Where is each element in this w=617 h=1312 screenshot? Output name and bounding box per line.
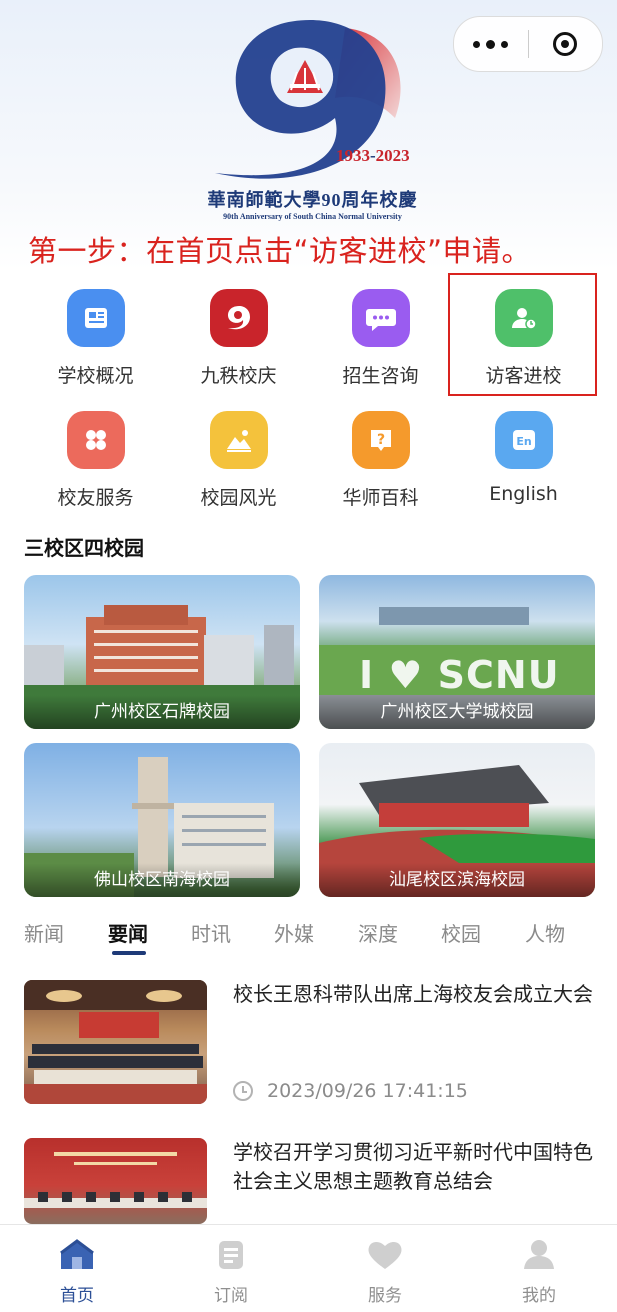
chat-bubble-icon xyxy=(351,289,410,347)
landscape-icon xyxy=(209,411,268,469)
tabbar-home[interactable]: 首页 xyxy=(17,1235,137,1306)
tabbar-label: 服务 xyxy=(368,1286,402,1306)
anniversary-logo-icon xyxy=(209,289,268,347)
campus-card-university-town[interactable]: I ♥ SCNU 广州校区大学城校园 xyxy=(319,575,595,729)
menu-label: 招生咨询 xyxy=(342,365,419,387)
news-time: 2023/09/26 17:41:15 xyxy=(233,1080,468,1102)
campus-label: 汕尾校区滨海校园 xyxy=(319,863,595,897)
mini-program-capsule[interactable] xyxy=(453,16,603,72)
menu-item-school-overview[interactable]: 学校概况 xyxy=(24,282,167,388)
news-timestamp: 2023/09/26 17:41:15 xyxy=(267,1080,468,1102)
anniversary-title: 華南師範大學90周年校慶 xyxy=(207,190,418,210)
user-profile-icon xyxy=(524,1240,554,1269)
bottom-tabbar: 首页 订阅 服务 我的 xyxy=(0,1224,617,1312)
news-photo xyxy=(24,980,207,1104)
news-tabs: 新闻 要闻 时讯 外媒 深度 校园 人物 xyxy=(0,918,617,958)
news-thumbnail xyxy=(24,1138,207,1224)
clock-icon xyxy=(233,1081,253,1101)
instruction-text: 第一步：在首页点击“访客进校”申请。 xyxy=(28,234,532,268)
active-tab-indicator xyxy=(112,951,146,955)
target-circle-icon[interactable] xyxy=(529,17,603,71)
menu-item-encyclopedia[interactable]: ? 华师百科 xyxy=(309,404,452,510)
svg-text:?: ? xyxy=(376,432,384,448)
question-icon: ? xyxy=(351,411,410,469)
anniversary-logo xyxy=(215,20,401,179)
scnu-sign: I ♥ SCNU xyxy=(359,653,560,697)
menu-item-english[interactable]: En English xyxy=(452,404,595,505)
news-title: 学校召开学习贯彻习近平新时代中国特色社会主义思想主题教育总结会 xyxy=(233,1140,593,1193)
campus-label: 广州校区大学城校园 xyxy=(319,695,595,729)
tab-campus[interactable]: 校园 xyxy=(441,918,481,947)
tabbar-services[interactable]: 服务 xyxy=(325,1235,445,1306)
campus-label: 广州校区石牌校园 xyxy=(24,695,300,729)
years-label: 1933-2023 xyxy=(336,146,410,165)
tab-people[interactable]: 人物 xyxy=(525,918,565,947)
heart-service-icon xyxy=(368,1241,402,1269)
menu-label: English xyxy=(489,483,558,505)
clover-icon xyxy=(66,411,125,469)
campus-label: 佛山校区南海校园 xyxy=(24,863,300,897)
newspaper-icon xyxy=(66,289,125,347)
menu-label: 校园风光 xyxy=(200,487,277,509)
news-title: 校长王恩科带队出席上海校友会成立大会 xyxy=(233,982,593,1006)
menu-label: 华师百科 xyxy=(342,487,419,509)
more-dots-icon[interactable] xyxy=(454,17,528,71)
tabbar-subscribe[interactable]: 订阅 xyxy=(171,1235,291,1306)
svg-text:En: En xyxy=(516,435,531,448)
visitor-highlight-box xyxy=(448,273,597,396)
tabbar-label: 订阅 xyxy=(214,1286,248,1306)
campus-card-nanhai[interactable]: 佛山校区南海校园 xyxy=(24,743,300,897)
tab-foreign-media[interactable]: 外媒 xyxy=(274,918,314,947)
menu-label: 九秩校庆 xyxy=(200,365,277,387)
en-icon: En xyxy=(494,411,553,469)
campus-card-binhai[interactable]: 汕尾校区滨海校园 xyxy=(319,743,595,897)
tab-bulletin[interactable]: 时讯 xyxy=(191,918,231,947)
menu-item-scenery[interactable]: 校园风光 xyxy=(167,404,310,510)
campus-section-title: 三校区四校园 xyxy=(24,536,144,560)
tab-depth[interactable]: 深度 xyxy=(358,918,398,947)
menu-item-admissions[interactable]: 招生咨询 xyxy=(309,282,452,388)
menu-item-alumni[interactable]: 校友服务 xyxy=(24,404,167,510)
tab-headlines[interactable]: 要闻 xyxy=(108,918,148,947)
news-photo xyxy=(24,1152,207,1208)
home-icon xyxy=(60,1239,94,1269)
tabbar-label: 首页 xyxy=(60,1286,94,1306)
menu-item-anniversary[interactable]: 九秩校庆 xyxy=(167,282,310,388)
tab-news[interactable]: 新闻 xyxy=(24,918,64,947)
menu-label: 学校概况 xyxy=(57,365,134,387)
subscribe-doc-icon xyxy=(219,1241,243,1269)
news-thumbnail xyxy=(24,980,207,1104)
menu-label: 校友服务 xyxy=(57,487,134,509)
tabbar-label: 我的 xyxy=(522,1286,556,1306)
anniversary-english: 90th Anniversary of South China Normal U… xyxy=(223,212,402,221)
tabbar-mine[interactable]: 我的 xyxy=(479,1235,599,1306)
campus-card-shipai[interactable]: 广州校区石牌校园 xyxy=(24,575,300,729)
